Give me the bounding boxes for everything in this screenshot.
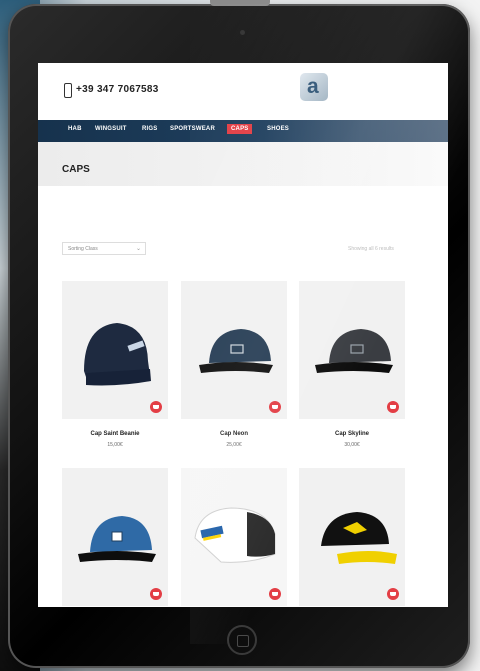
add-to-cart-button[interactable] — [387, 588, 399, 600]
nav-item-sportswear[interactable]: SPORTSWEAR — [170, 126, 215, 132]
phone-number[interactable]: +39 347 7067583 — [76, 84, 159, 95]
tablet-top-clip — [210, 0, 270, 6]
nav-item-caps[interactable]: CAPS — [227, 124, 253, 134]
nav-item-hab[interactable]: HAB — [68, 126, 82, 132]
snapback-image — [78, 516, 156, 562]
add-to-cart-button[interactable] — [269, 401, 281, 413]
beanie-image — [84, 323, 151, 386]
product-price: 25,00€ — [226, 442, 242, 448]
add-to-cart-button[interactable] — [150, 588, 162, 600]
nav-item-wingsuit[interactable]: WINGSUIT — [95, 126, 127, 132]
page-title: CAPS — [62, 164, 90, 175]
front-camera — [240, 30, 245, 35]
site-logo[interactable]: a — [300, 73, 328, 101]
product-image[interactable] — [299, 468, 405, 606]
product-image[interactable] — [181, 468, 287, 606]
chevron-down-icon: ⌄ — [135, 246, 141, 252]
home-button[interactable] — [227, 625, 257, 655]
snapback-image — [315, 329, 393, 373]
snapback-image — [321, 512, 397, 564]
page-title-band: CAPS — [38, 142, 448, 186]
site-header: +39 347 7067583 a — [38, 63, 448, 120]
add-to-cart-button[interactable] — [150, 401, 162, 413]
product-name[interactable]: Cap Saint Beanie — [62, 431, 168, 437]
nav-item-rigs[interactable]: RIGS — [142, 126, 157, 132]
website-screen: +39 347 7067583 a HAB WINGSUIT RIGS SPOR… — [38, 63, 448, 607]
product-image[interactable] — [62, 468, 168, 606]
add-to-cart-button[interactable] — [269, 588, 281, 600]
add-to-cart-button[interactable] — [387, 401, 399, 413]
product-image[interactable] — [181, 281, 287, 419]
main-nav: HAB WINGSUIT RIGS SPORTSWEAR CAPS SHOES — [38, 120, 448, 142]
nav-item-shoes[interactable]: SHOES — [267, 126, 289, 132]
product-name[interactable]: Cap Neon — [181, 431, 287, 437]
result-count: Showing all 6 results — [348, 246, 394, 252]
product-price: 15,00€ — [107, 442, 123, 448]
product-name[interactable]: Cap Skyline — [299, 431, 405, 437]
sort-select[interactable]: Sorting Class ⌄ — [62, 242, 146, 255]
product-image[interactable] — [299, 281, 405, 419]
sort-label: Sorting Class — [68, 246, 98, 252]
phone-icon — [64, 83, 72, 98]
product-price: 30,00€ — [344, 442, 360, 448]
snapback-image — [199, 329, 273, 373]
product-image[interactable] — [62, 281, 168, 419]
trucker-cap-image — [194, 507, 276, 563]
